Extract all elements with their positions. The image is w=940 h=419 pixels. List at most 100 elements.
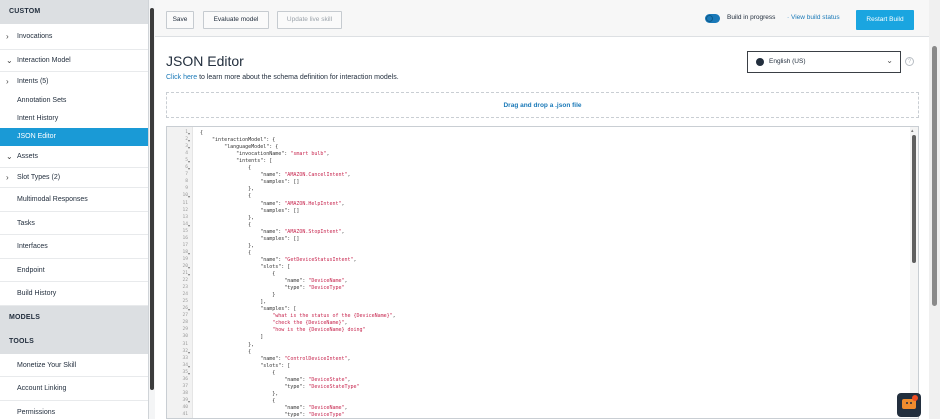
- subtitle-text: to learn more about the schema definitio…: [197, 74, 399, 81]
- code-string: "what is the status of the {DeviceName}": [272, 313, 393, 320]
- code-line: "samples": []: [200, 179, 299, 186]
- fold-toggle-icon[interactable]: ▾: [188, 265, 190, 270]
- sidebar-item-annotation-sets[interactable]: Annotation Sets: [0, 92, 148, 110]
- evaluate-model-button[interactable]: Evaluate model: [203, 11, 269, 29]
- code-token: ,: [341, 228, 345, 235]
- fold-toggle-icon[interactable]: ▾: [188, 223, 190, 228]
- sidebar-item-permissions[interactable]: Permissions: [0, 401, 148, 419]
- fold-toggle-icon[interactable]: ▾: [188, 131, 190, 136]
- editor-scrollbar[interactable]: ▴: [910, 127, 918, 418]
- save-button[interactable]: Save: [166, 11, 194, 29]
- line-number: 29: [182, 327, 188, 333]
- code-token: ,: [344, 278, 348, 285]
- sidebar-scrollbar-thumb[interactable]: [150, 8, 154, 390]
- code-token: "name":: [200, 404, 309, 411]
- code-token: ,: [344, 404, 348, 411]
- sidebar-item-tasks[interactable]: Tasks: [0, 212, 148, 235]
- fold-toggle-icon[interactable]: ▾: [188, 166, 190, 171]
- code-line: "slots": [: [200, 363, 290, 370]
- line-number: 32: [182, 348, 188, 354]
- fold-toggle-icon[interactable]: ▾: [188, 364, 190, 369]
- code-token: ,: [347, 376, 351, 383]
- view-build-status-link[interactable]: · View build status: [787, 14, 840, 21]
- fold-toggle-icon[interactable]: ▾: [188, 159, 190, 164]
- sidebar-item-json-editor[interactable]: JSON Editor: [0, 128, 148, 146]
- fold-toggle-icon[interactable]: ▾: [188, 399, 190, 404]
- sidebar-item-interfaces[interactable]: Interfaces: [0, 235, 148, 259]
- code-line: {: [200, 271, 275, 278]
- line-number: 16: [182, 235, 188, 241]
- sidebar-section-tools[interactable]: TOOLS: [0, 329, 148, 354]
- code-line: {: [200, 222, 251, 229]
- sidebar-item-multimodal-responses[interactable]: Multimodal Responses: [0, 188, 148, 212]
- code-token: "samples": []: [200, 235, 300, 242]
- toggle-dot: [706, 15, 713, 22]
- sidebar-section-custom: CUSTOM: [0, 0, 148, 24]
- code-token: {: [200, 271, 276, 277]
- code-line: "name": "AMAZON.StopIntent",: [200, 228, 345, 236]
- page-scrollbar[interactable]: [929, 0, 940, 419]
- line-number: 12: [182, 207, 188, 213]
- code-line: },: [200, 215, 254, 222]
- schema-docs-link[interactable]: Click here: [166, 74, 197, 81]
- sidebar-section-models[interactable]: MODELS: [0, 305, 148, 330]
- fold-toggle-icon[interactable]: ▾: [188, 371, 190, 376]
- sidebar-item-endpoint[interactable]: Endpoint: [0, 259, 148, 282]
- line-number: 6: [185, 165, 188, 171]
- line-number: 20: [182, 263, 188, 269]
- json-code-editor[interactable]: 1 ▾ 2 ▾ 3 ▾ 4 5 ▾ 6 ▾ 7 8 9 10 ▾ 11 12 13 14 ▾ 15 16 17 18 ▾ 19 20 ▾…: [166, 126, 919, 419]
- sidebar-item-label: Intents (5): [17, 78, 49, 85]
- page-scrollbar-thumb[interactable]: [932, 46, 937, 306]
- sidebar: CUSTOM › Invocations ⌄ Interaction Model…: [0, 0, 149, 419]
- sidebar-item-label: Slot Types (2): [17, 174, 61, 181]
- editor-scrollbar-thumb[interactable]: [912, 135, 916, 263]
- help-icon[interactable]: ?: [905, 57, 914, 66]
- sidebar-item-invocations[interactable]: › Invocations: [0, 24, 148, 50]
- sidebar-item-intent-history[interactable]: Intent History: [0, 110, 148, 128]
- line-number: 13: [182, 214, 188, 220]
- update-live-skill-button[interactable]: Update live skill: [277, 11, 342, 29]
- language-select[interactable]: English (US) ⌄: [747, 51, 901, 73]
- sidebar-item-account-linking[interactable]: Account Linking: [0, 377, 148, 401]
- fold-toggle-icon[interactable]: ▾: [188, 350, 190, 355]
- editor-code-area[interactable]: { "interactionModel": { "languageModel":…: [200, 127, 900, 418]
- sidebar-item-assets[interactable]: ⌄ Assets: [0, 146, 148, 168]
- sidebar-item-label: Intent History: [17, 115, 59, 122]
- chat-bot-icon[interactable]: [897, 393, 921, 417]
- sidebar-item-monetize[interactable]: Monetize Your Skill: [0, 354, 148, 377]
- code-token: "name":: [200, 376, 309, 383]
- sidebar-item-build-history[interactable]: Build History: [0, 282, 148, 306]
- fold-toggle-icon[interactable]: ▾: [188, 138, 190, 143]
- scroll-up-icon[interactable]: ▴: [911, 128, 914, 134]
- sidebar-item-slot-types[interactable]: › Slot Types (2): [0, 168, 148, 188]
- code-token: {: [200, 221, 252, 228]
- code-line: ],: [200, 299, 266, 306]
- sidebar-item-label: Build History: [17, 290, 57, 297]
- code-line: "languageModel": {: [200, 144, 278, 151]
- code-string: "DeviceName": [308, 278, 345, 285]
- line-number: 21: [182, 271, 188, 276]
- line-number: 14: [182, 221, 188, 227]
- code-token: {: [200, 249, 252, 256]
- fold-toggle-icon[interactable]: ▾: [188, 145, 190, 150]
- code-token: {: [200, 193, 252, 200]
- json-dropzone[interactable]: Drag and drop a .json file: [166, 92, 919, 118]
- fold-toggle-icon[interactable]: ▾: [188, 272, 190, 277]
- language-select-value: English (US): [769, 58, 806, 65]
- code-string: "check the {DeviceName}": [272, 320, 345, 327]
- build-toggle[interactable]: [705, 14, 720, 23]
- restart-build-button[interactable]: Restart Build: [856, 10, 914, 30]
- code-line: "slots": [: [200, 264, 290, 271]
- line-number: 1: [185, 130, 188, 135]
- sidebar-item-intents[interactable]: › Intents (5): [0, 72, 148, 92]
- sidebar-item-interaction-model[interactable]: ⌄ Interaction Model: [0, 50, 148, 72]
- line-number: 41: [182, 412, 188, 417]
- code-token: ,: [326, 151, 330, 158]
- code-token: ,: [392, 313, 396, 320]
- fold-toggle-icon[interactable]: ▾: [188, 194, 190, 199]
- fold-toggle-icon[interactable]: ▾: [188, 307, 190, 312]
- code-string: "DeviceType": [308, 285, 345, 292]
- fold-toggle-icon[interactable]: ▾: [188, 251, 190, 256]
